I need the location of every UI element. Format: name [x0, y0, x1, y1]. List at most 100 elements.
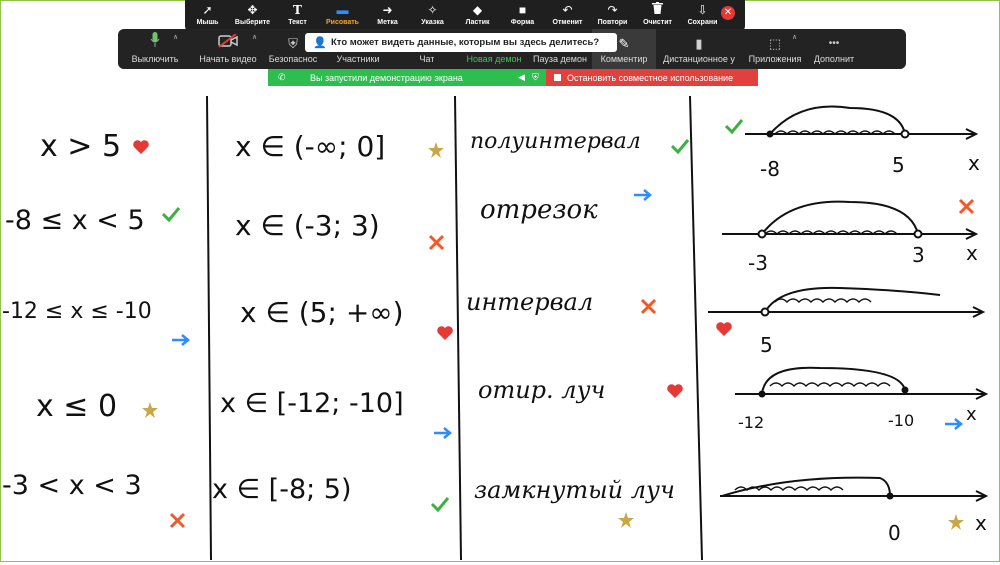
interval-type-5: замкнутый луч — [474, 476, 675, 504]
nl1-right-label: 5 — [892, 153, 905, 177]
number-line-2 — [722, 200, 979, 240]
start-video-button[interactable]: Начать видео ∧ — [192, 29, 264, 69]
number-line-4 — [735, 366, 989, 400]
cross-stamp — [958, 198, 975, 215]
spotlight-icon: ✧ — [427, 3, 438, 17]
interval-type-2: отрезок — [480, 195, 598, 225]
annotate-icon: ✎ — [618, 36, 630, 51]
cross-stamp — [169, 512, 186, 529]
number-line-1 — [745, 105, 979, 140]
speaker-icon[interactable]: ◀ — [518, 72, 532, 83]
remote-control-icon: ▮ — [695, 36, 703, 51]
cross-stamp — [640, 298, 657, 315]
tool-stamp[interactable]: ➜ Метка — [365, 0, 410, 32]
nl4-left-label: -12 — [738, 413, 764, 432]
heart-stamp — [667, 384, 683, 398]
nl2-axis-label: x — [966, 241, 978, 265]
shield-check-icon: ⛨ — [532, 72, 539, 82]
star-stamp — [428, 142, 444, 158]
interval-4: x ∈ [-12; -10] — [220, 388, 404, 419]
tool-draw[interactable]: ▬ Рисовать — [320, 0, 365, 32]
eraser-icon: ◆ — [472, 3, 483, 17]
trash-icon — [652, 0, 663, 18]
heart-stamp — [716, 322, 732, 336]
remote-control-button[interactable]: ▮ Дистанционное у — [656, 29, 742, 69]
nl2-right-label: 3 — [912, 243, 925, 267]
nl4-axis-label: x — [966, 404, 977, 425]
nl1-left-label: -8 — [760, 157, 780, 181]
arrow-stamp — [434, 427, 452, 439]
heart-stamp — [437, 326, 453, 340]
arrow-stamp — [634, 189, 652, 201]
more-icon: ••• — [828, 38, 840, 49]
whiteboard-content: x > 5 -8 ≤ x < 5 -12 ≤ x ≤ -10 x ≤ 0 -3 … — [0, 90, 998, 561]
cross-stamp — [428, 234, 445, 251]
heart-stamp — [133, 140, 149, 154]
inequality-5: -3 < x < 3 — [2, 470, 142, 501]
screen-share-status-bar: ✆ Вы запустили демонстрацию экрана ◀ ⛨ О… — [268, 69, 758, 86]
tool-save[interactable]: ⇩ Сохрани — [680, 0, 725, 32]
move-icon: ✥ — [247, 3, 258, 17]
inequality-4: x ≤ 0 — [36, 389, 117, 424]
tool-undo[interactable]: ↶ Отменит — [545, 0, 590, 32]
undo-icon: ↶ — [562, 3, 573, 17]
star-stamp — [948, 514, 964, 530]
text-icon: T — [293, 3, 302, 17]
tool-shape[interactable]: ■ Форма — [500, 0, 545, 32]
apps-button[interactable]: ⬚ Приложения ∧ — [742, 29, 808, 69]
interval-1: x ∈ (-∞; 0] — [235, 130, 385, 163]
number-line-3 — [708, 286, 986, 318]
pen-icon: ▬ — [336, 3, 349, 17]
tool-select[interactable]: ✥ Выберите — [230, 0, 275, 32]
check-stamp — [161, 207, 181, 223]
check-stamp — [670, 139, 690, 155]
stop-share-button[interactable]: Остановить совместное использование — [546, 69, 758, 86]
tool-clear[interactable]: Очистит — [635, 0, 680, 32]
interval-3: x ∈ (5; +∞) — [240, 296, 404, 329]
interval-2: x ∈ (-3; 3) — [235, 209, 380, 242]
heart-stamps — [133, 140, 732, 398]
nl2-left-label: -3 — [748, 251, 768, 275]
tool-eraser[interactable]: ◆ Ластик — [455, 0, 500, 32]
arrow-stamp — [945, 418, 963, 430]
nl5-axis-label: x — [975, 511, 987, 535]
interval-type-1: полуинтервал — [470, 129, 641, 154]
phone-icon: ✆ — [278, 72, 286, 82]
shape-icon: ■ — [518, 3, 527, 17]
inequality-2: -8 ≤ x < 5 — [5, 205, 145, 236]
microphone-icon — [150, 29, 160, 53]
save-icon: ⇩ — [697, 3, 708, 17]
share-visibility-tooltip[interactable]: 👤 Кто может видеть данные, которым вы зде… — [305, 33, 617, 52]
stop-icon — [554, 74, 561, 81]
nl4-right-label: -10 — [888, 411, 914, 430]
shield-icon: ⛨ — [288, 36, 298, 51]
apps-icon: ⬚ — [768, 36, 782, 51]
number-line-5 — [720, 476, 989, 502]
interval-type-3: интервал — [466, 288, 593, 316]
chevron-up-icon[interactable]: ∧ — [252, 33, 257, 41]
close-annotation-button[interactable]: ✕ — [721, 6, 735, 20]
trash-icon-svg — [652, 2, 663, 14]
chevron-up-icon[interactable]: ∧ — [173, 33, 178, 41]
arrow-icon: ➜ — [382, 3, 393, 17]
interval-type-4: отир. луч — [478, 376, 605, 404]
column-divider — [454, 95, 462, 561]
redo-icon: ↷ — [607, 3, 618, 17]
nl5-right-label: 0 — [888, 521, 901, 545]
tool-spotlight[interactable]: ✧ Указка — [410, 0, 455, 32]
video-off-icon — [218, 29, 238, 53]
inequality-3: -12 ≤ x ≤ -10 — [2, 299, 152, 324]
chevron-up-icon[interactable]: ∧ — [792, 33, 797, 41]
star-stamp — [618, 512, 634, 528]
interval-5: x ∈ [-8; 5) — [212, 474, 352, 505]
tool-text[interactable]: T Текст — [275, 0, 320, 32]
nl3-left-label: 5 — [760, 333, 773, 357]
tool-mouse[interactable]: ➚ Мышь — [185, 0, 230, 32]
mouse-pointer-icon: ➚ — [202, 3, 213, 17]
mute-button[interactable]: Выключить ∧ — [118, 29, 192, 69]
share-status: ✆ Вы запустили демонстрацию экрана ◀ ⛨ — [268, 69, 546, 86]
more-button[interactable]: ••• Дополнит — [808, 29, 860, 69]
tool-redo[interactable]: ↷ Повтори — [590, 0, 635, 32]
column-divider — [689, 95, 703, 561]
star-stamp — [142, 402, 158, 418]
